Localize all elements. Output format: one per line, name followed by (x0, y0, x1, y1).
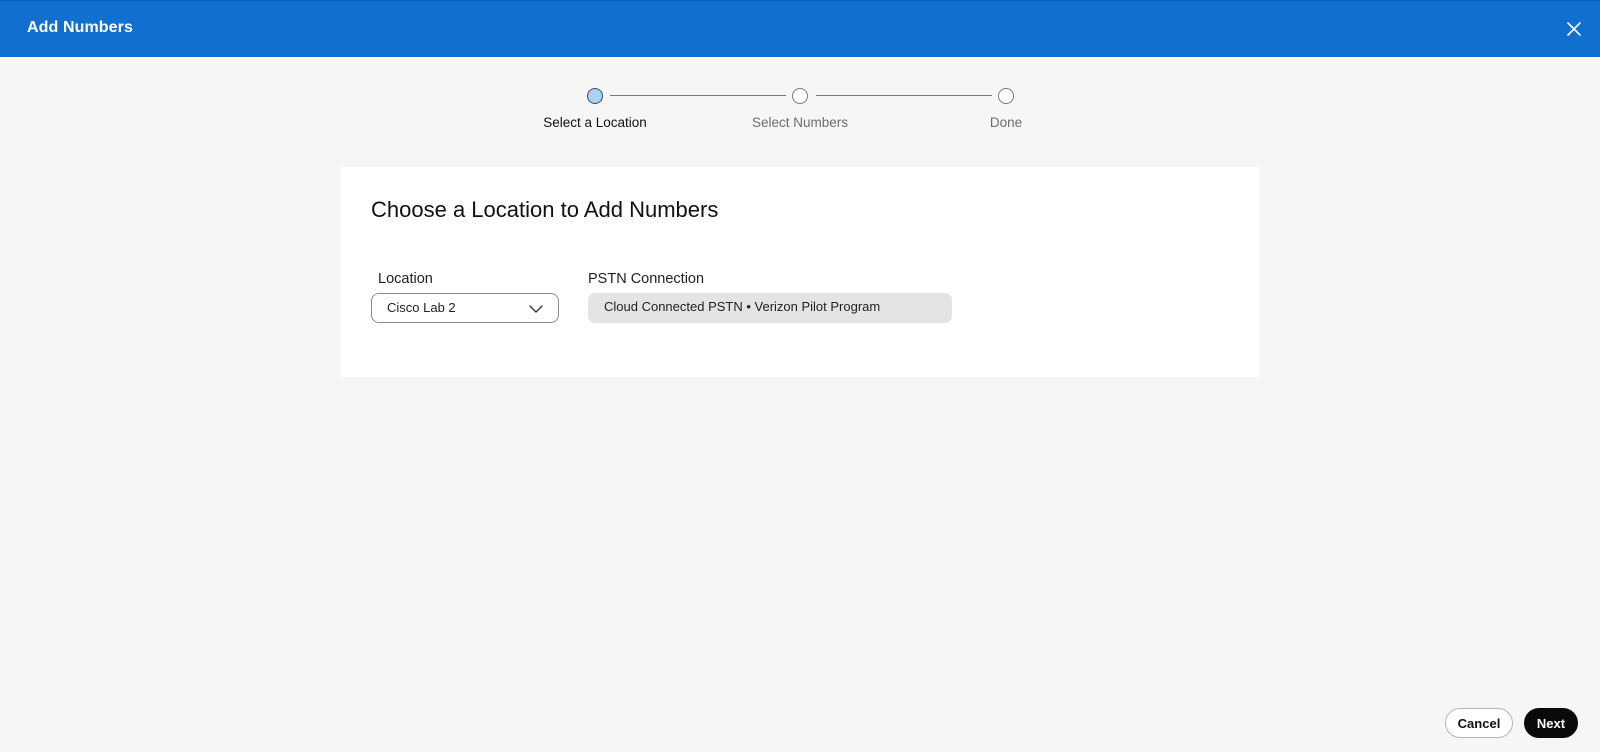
step-label-select-location: Select a Location (543, 115, 647, 130)
location-label: Location (378, 271, 433, 287)
card-title: Choose a Location to Add Numbers (371, 197, 719, 222)
step-connector (816, 95, 992, 96)
step-indicator-select-location (587, 88, 603, 104)
step-label-select-numbers: Select Numbers (751, 115, 849, 130)
step-indicator-done (998, 88, 1014, 104)
location-select-value: Cisco Lab 2 (387, 300, 456, 315)
location-select[interactable]: Cisco Lab 2 (371, 293, 559, 323)
pstn-connection-value: Cloud Connected PSTN • Verizon Pilot Pro… (604, 299, 881, 314)
pstn-connection-field: Cloud Connected PSTN • Verizon Pilot Pro… (588, 293, 952, 323)
step-connector (610, 95, 786, 96)
wizard-stepper: Select a Location Select Numbers Done (0, 0, 1600, 140)
cancel-button[interactable]: Cancel (1445, 708, 1513, 738)
step-label-done: Done (989, 115, 1023, 130)
next-button[interactable]: Next (1524, 708, 1578, 738)
step-indicator-select-numbers (792, 88, 808, 104)
location-card: Choose a Location to Add Numbers Locatio… (341, 167, 1259, 377)
chevron-down-icon (529, 305, 543, 313)
pstn-connection-label: PSTN Connection (588, 271, 705, 287)
